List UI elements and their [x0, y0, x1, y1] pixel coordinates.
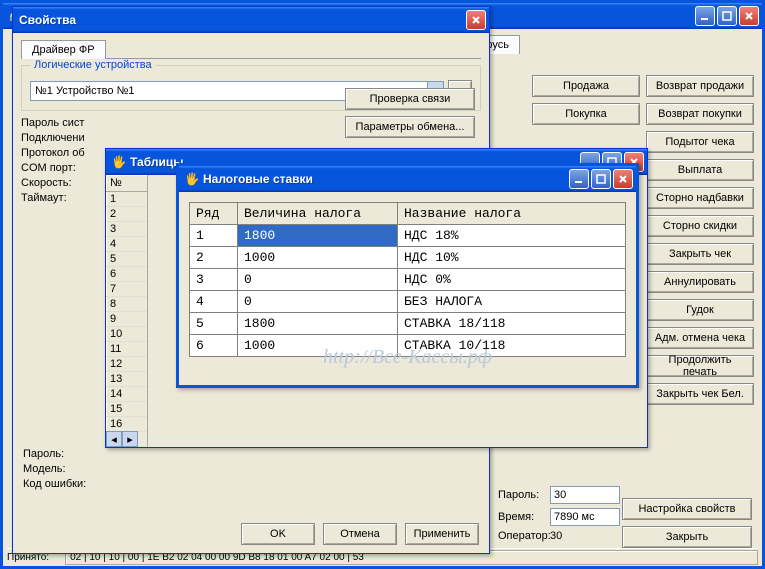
row-number[interactable]: 13: [106, 372, 147, 387]
tax-row-num[interactable]: 5: [190, 313, 238, 335]
tax-row-value[interactable]: 1800: [238, 225, 398, 247]
row-number[interactable]: 3: [106, 222, 147, 237]
tax-row-num[interactable]: 3: [190, 269, 238, 291]
scroll-left-button[interactable]: ◂: [106, 431, 122, 447]
close-button[interactable]: [613, 169, 633, 189]
close-app-button[interactable]: Закрыть: [622, 526, 752, 548]
sale-button[interactable]: Продажа: [532, 75, 640, 97]
return-sale-button[interactable]: Возврат продажи: [646, 75, 754, 97]
tax-titlebar[interactable]: 🖐️ Налоговые ставки: [179, 166, 636, 192]
num-header[interactable]: №: [106, 175, 147, 192]
tax-row-value[interactable]: 1800: [238, 313, 398, 335]
tax-rates-window: 🖐️ Налоговые ставки Ряд Величина налога …: [176, 163, 639, 388]
row-number[interactable]: 14: [106, 387, 147, 402]
exchange-params-button[interactable]: Параметры обмена...: [345, 116, 475, 138]
error-code-label: Код ошибки:: [23, 478, 123, 490]
tax-row[interactable]: 51800СТАВКА 18/118: [190, 313, 626, 335]
tax-row-num[interactable]: 6: [190, 335, 238, 357]
row-number[interactable]: 8: [106, 297, 147, 312]
tax-row-num[interactable]: 2: [190, 247, 238, 269]
minimize-button[interactable]: [569, 169, 589, 189]
row-number[interactable]: 6: [106, 267, 147, 282]
col-row[interactable]: Ряд: [190, 203, 238, 225]
close-button[interactable]: [466, 10, 486, 30]
cancel-button[interactable]: Отмена: [323, 523, 397, 545]
check-connection-button[interactable]: Проверка связи: [345, 88, 475, 110]
col-value[interactable]: Величина налога: [238, 203, 398, 225]
tax-row-name[interactable]: СТАВКА 10/118: [398, 335, 626, 357]
close-check-bel-button[interactable]: Закрыть чек Бел.: [646, 383, 754, 405]
tax-rates-table[interactable]: Ряд Величина налога Название налога 1180…: [189, 202, 626, 357]
tax-row[interactable]: 30НДС 0%: [190, 269, 626, 291]
operator-label: Оператор:: [498, 530, 548, 542]
maximize-button[interactable]: [717, 6, 737, 26]
time-field: 7890 мс: [550, 508, 620, 526]
configure-button[interactable]: Настройка свойств: [622, 498, 752, 520]
properties-titlebar[interactable]: Свойства: [13, 7, 489, 33]
tax-row[interactable]: 21000НДС 10%: [190, 247, 626, 269]
scroll-right-button[interactable]: ▸: [122, 431, 138, 447]
storno-discount-button[interactable]: Сторно скидки: [646, 215, 754, 237]
continue-print-button[interactable]: Продолжить печать: [646, 355, 754, 377]
tax-row-name[interactable]: НДС 18%: [398, 225, 626, 247]
row-number[interactable]: 4: [106, 237, 147, 252]
row-number[interactable]: 1: [106, 192, 147, 207]
close-check-button[interactable]: Закрыть чек: [646, 243, 754, 265]
tax-row-num[interactable]: 4: [190, 291, 238, 313]
tax-row-num[interactable]: 1: [190, 225, 238, 247]
purchase-button[interactable]: Покупка: [532, 103, 640, 125]
row-number-column: № 1234567891011121314151617: [106, 175, 148, 447]
group-legend: Логические устройства: [30, 59, 156, 71]
tax-row-name[interactable]: НДС 10%: [398, 247, 626, 269]
tax-row-value[interactable]: 0: [238, 291, 398, 313]
model-label: Модель:: [23, 463, 123, 475]
sys-password-label: Пароль сист: [21, 117, 121, 129]
tab-driver[interactable]: Драйвер ФР: [21, 40, 106, 59]
apply-button[interactable]: Применить: [405, 523, 479, 545]
row-number[interactable]: 9: [106, 312, 147, 327]
tax-title: Налоговые ставки: [203, 172, 569, 186]
row-number[interactable]: 12: [106, 357, 147, 372]
row-number[interactable]: 10: [106, 327, 147, 342]
payout-button[interactable]: Выплата: [646, 159, 754, 181]
tax-row-name[interactable]: НДС 0%: [398, 269, 626, 291]
storno-surcharge-button[interactable]: Сторно надбавки: [646, 187, 754, 209]
beep-button[interactable]: Гудок: [646, 299, 754, 321]
connection-label: Подключени: [21, 132, 121, 144]
maximize-button[interactable]: [591, 169, 611, 189]
password-field[interactable]: 30: [550, 486, 620, 504]
close-button[interactable]: [739, 6, 759, 26]
row-number[interactable]: 2: [106, 207, 147, 222]
admin-cancel-button[interactable]: Адм. отмена чека: [646, 327, 754, 349]
row-number[interactable]: 11: [106, 342, 147, 357]
tax-row-value[interactable]: 0: [238, 269, 398, 291]
tax-row[interactable]: 40БЕЗ НАЛОГА: [190, 291, 626, 313]
main-info: Пароль: 30 Время: 7890 мс Оператор: 30: [498, 486, 620, 542]
row-number[interactable]: 5: [106, 252, 147, 267]
tax-row-name[interactable]: СТАВКА 18/118: [398, 313, 626, 335]
tax-row-name[interactable]: БЕЗ НАЛОГА: [398, 291, 626, 313]
tax-row-value[interactable]: 1000: [238, 335, 398, 357]
col-name[interactable]: Название налога: [398, 203, 626, 225]
subtotal-button[interactable]: Подытог чека: [646, 131, 754, 153]
return-purchase-button[interactable]: Возврат покупки: [646, 103, 754, 125]
row-number[interactable]: 15: [106, 402, 147, 417]
device-value: №1 Устройство №1: [35, 85, 135, 97]
pwd-label: Пароль:: [23, 448, 123, 460]
tax-row[interactable]: 11800НДС 18%: [190, 225, 626, 247]
operator-value: 30: [550, 530, 620, 542]
tax-icon: 🖐️: [185, 172, 199, 186]
time-label: Время:: [498, 511, 548, 523]
properties-title: Свойства: [19, 13, 466, 27]
password-label: Пароль:: [498, 489, 548, 501]
table-icon: 🖐️: [112, 155, 126, 169]
minimize-button[interactable]: [695, 6, 715, 26]
row-number[interactable]: 7: [106, 282, 147, 297]
tax-row[interactable]: 61000СТАВКА 10/118: [190, 335, 626, 357]
annul-button[interactable]: Аннулировать: [646, 271, 754, 293]
row-number[interactable]: 16: [106, 417, 147, 432]
tax-row-value[interactable]: 1000: [238, 247, 398, 269]
ok-button[interactable]: OK: [241, 523, 315, 545]
